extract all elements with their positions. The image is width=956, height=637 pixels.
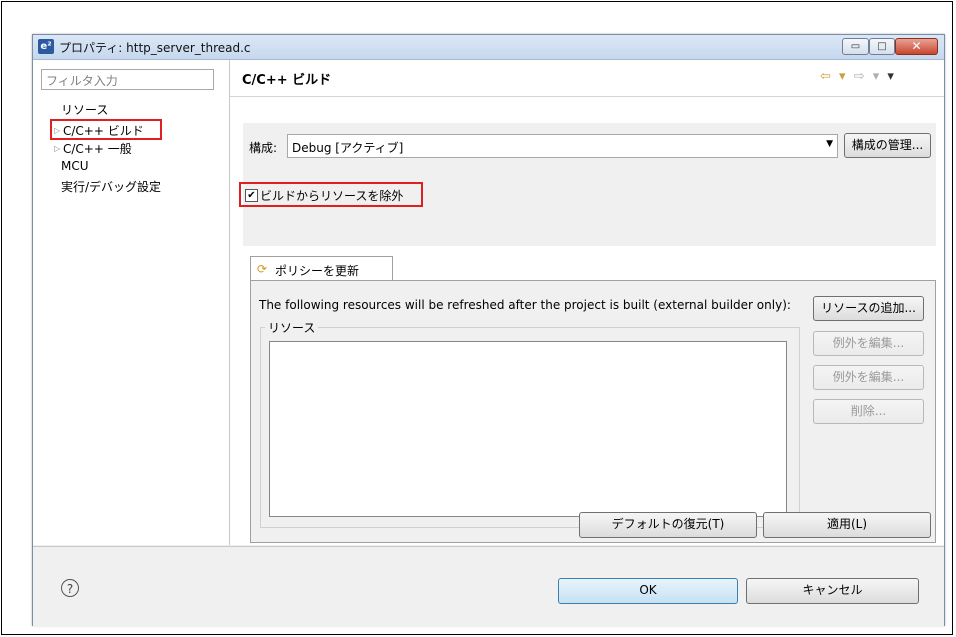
maximize-button[interactable]: □ bbox=[869, 38, 895, 55]
tree-item-mcu[interactable]: MCU bbox=[61, 159, 89, 173]
edit-exclusions-button-1[interactable]: 例外を編集... bbox=[813, 331, 924, 356]
window-title: プロパティ: http_server_thread.c bbox=[59, 41, 251, 55]
ok-button[interactable]: OK bbox=[558, 578, 738, 604]
refresh-policy-icon: ⟳ bbox=[257, 262, 268, 276]
expand-icon[interactable]: ▷ bbox=[54, 126, 60, 135]
configuration-label: 構成: bbox=[249, 141, 278, 155]
dialog-button-bar: ? OK キャンセル bbox=[33, 546, 944, 627]
maximize-icon: □ bbox=[877, 41, 887, 52]
property-page: C/C++ ビルド ⇦ ▾ ⇨ ▾ ▾ 構成: Debug [アクティブ] ▼ … bbox=[230, 60, 944, 545]
help-icon[interactable]: ? bbox=[61, 579, 79, 597]
tree-item-cpp-general[interactable]: C/C++ 一般 bbox=[63, 140, 132, 157]
dropdown-arrow-icon: ▼ bbox=[826, 139, 833, 149]
title-bar[interactable]: e² プロパティ: http_server_thread.c ▭ □ ✕ bbox=[33, 35, 944, 60]
expand-icon[interactable]: ▷ bbox=[54, 144, 60, 153]
exclude-checkbox[interactable]: ✔ bbox=[245, 189, 258, 202]
page-title: C/C++ ビルド bbox=[242, 73, 332, 88]
forward-arrow-icon[interactable]: ⇨ ▾ bbox=[854, 69, 882, 84]
tab-label: ポリシーを更新 bbox=[275, 264, 360, 278]
delete-button[interactable]: 削除... bbox=[813, 399, 924, 424]
manage-configurations-button[interactable]: 構成の管理... bbox=[844, 133, 931, 158]
exclude-checkbox-label[interactable]: ビルドからリソースを除外 bbox=[260, 187, 403, 204]
apply-button[interactable]: 適用(L) bbox=[763, 512, 931, 538]
e2-studio-icon: e² bbox=[38, 39, 54, 54]
configuration-select[interactable]: Debug [アクティブ] ▼ bbox=[287, 134, 838, 158]
add-resource-button[interactable]: リソースの追加... bbox=[813, 296, 924, 321]
tree-item-cpp-build[interactable]: C/C++ ビルド bbox=[63, 122, 144, 139]
minimize-icon: ▭ bbox=[850, 41, 861, 52]
refresh-description: The following resources will be refreshe… bbox=[259, 298, 791, 312]
restore-defaults-button[interactable]: デフォルトの復元(T) bbox=[579, 512, 757, 538]
property-tree-pane: フィルタ入力 リソース ▷ C/C++ ビルド ▷ C/C++ 一般 MCU 実… bbox=[33, 60, 230, 545]
cancel-button[interactable]: キャンセル bbox=[746, 578, 919, 604]
page-header: C/C++ ビルド ⇦ ▾ ⇨ ▾ ▾ bbox=[230, 60, 944, 97]
nav-arrows: ⇦ ▾ ⇨ ▾ ▾ bbox=[820, 69, 896, 84]
tree-item-run-debug[interactable]: 実行/デバッグ設定 bbox=[61, 178, 161, 195]
tree-item-resource[interactable]: リソース bbox=[61, 101, 108, 118]
resources-group: リソース bbox=[260, 319, 800, 528]
back-arrow-icon[interactable]: ⇦ ▾ bbox=[820, 69, 848, 84]
close-icon: ✕ bbox=[911, 39, 922, 53]
minimize-button[interactable]: ▭ bbox=[842, 38, 869, 55]
tab-refresh-policy[interactable]: ⟳ ポリシーを更新 bbox=[250, 256, 393, 281]
configuration-group: 構成: Debug [アクティブ] ▼ 構成の管理... ✔ ビルドからリソース… bbox=[239, 123, 936, 246]
resources-group-label: リソース bbox=[265, 319, 319, 336]
resources-list[interactable] bbox=[269, 341, 787, 517]
edit-exclusions-button-2[interactable]: 例外を編集... bbox=[813, 365, 924, 390]
refresh-policy-panel: The following resources will be refreshe… bbox=[250, 280, 936, 543]
filter-input[interactable]: フィルタ入力 bbox=[41, 69, 214, 90]
configuration-value: Debug [アクティブ] bbox=[292, 141, 404, 155]
properties-dialog: e² プロパティ: http_server_thread.c ▭ □ ✕ フィル… bbox=[32, 34, 945, 627]
close-button[interactable]: ✕ bbox=[895, 38, 938, 55]
view-menu-icon[interactable]: ▾ bbox=[887, 69, 896, 84]
